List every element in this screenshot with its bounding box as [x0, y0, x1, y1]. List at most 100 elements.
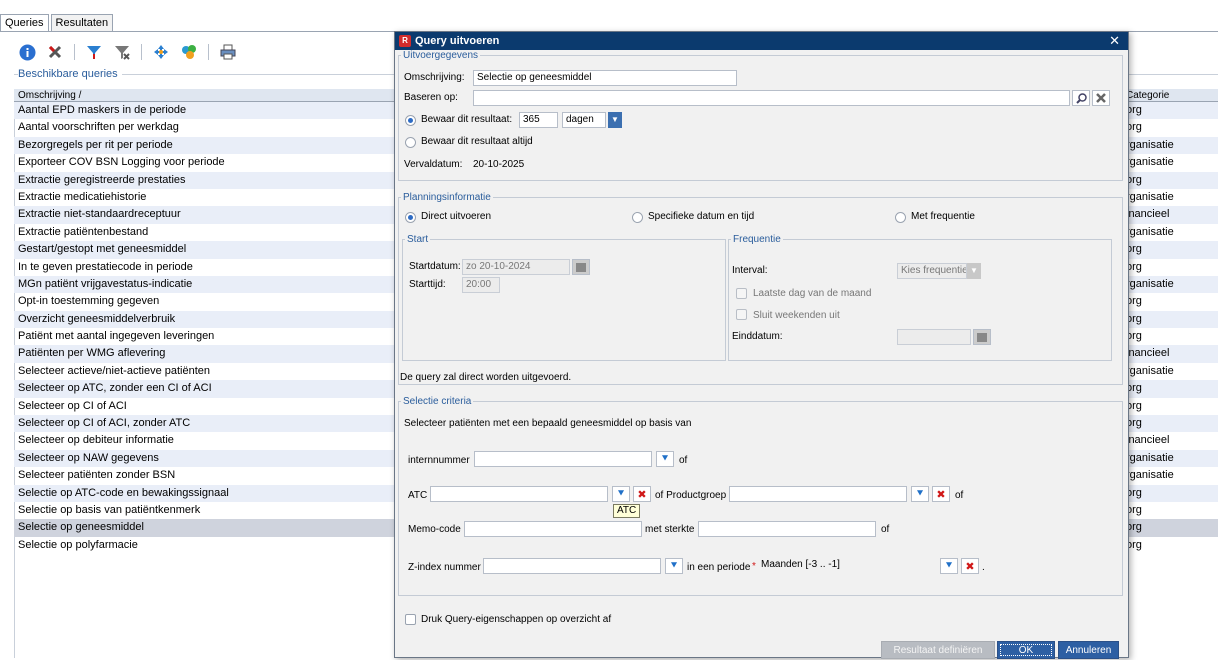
- bewaar-altijd-radio[interactable]: [405, 137, 416, 148]
- annuleren-button[interactable]: Annuleren: [1058, 641, 1119, 659]
- ok-button[interactable]: OK: [997, 641, 1055, 659]
- bewaar-unit-select[interactable]: dagen: [562, 112, 606, 128]
- table-row[interactable]: Extractie medicatiehistorie: [14, 189, 398, 206]
- table-row[interactable]: Selecteer actieve/niet-actieve patiënten: [14, 363, 398, 380]
- filter-icon[interactable]: ⯆: [940, 558, 958, 574]
- laatste-dag-checkbox[interactable]: [736, 288, 747, 299]
- resultaat-definieren-button[interactable]: Resultaat definiëren: [881, 641, 995, 659]
- category-cell[interactable]: org: [1126, 293, 1218, 310]
- sterkte-input[interactable]: [698, 521, 876, 537]
- chevron-down-icon[interactable]: ▼: [608, 112, 622, 128]
- category-cell[interactable]: rganisatie: [1126, 224, 1218, 241]
- table-row[interactable]: Selecteer op NAW gegevens: [14, 449, 398, 468]
- close-icon[interactable]: ✖: [633, 486, 651, 502]
- category-cell[interactable]: org: [1126, 241, 1218, 259]
- close-icon[interactable]: ✖: [961, 558, 979, 574]
- users-icon[interactable]: [180, 43, 198, 61]
- close-icon[interactable]: ✖: [932, 486, 950, 502]
- category-cell[interactable]: org: [1126, 502, 1218, 519]
- category-cell[interactable]: org: [1126, 519, 1218, 537]
- category-cell[interactable]: rganisatie: [1126, 449, 1218, 468]
- category-cell[interactable]: org: [1126, 310, 1218, 329]
- einddatum-input[interactable]: [897, 329, 971, 345]
- table-row[interactable]: Opt-in toestemming gegeven: [14, 293, 398, 310]
- memo-input[interactable]: [464, 521, 642, 537]
- table-row[interactable]: Overzicht geneesmiddelverbruik: [14, 310, 398, 329]
- table-row[interactable]: Selecteer patiënten zonder BSN: [14, 467, 398, 484]
- calendar-icon[interactable]: [973, 329, 991, 345]
- clear-icon[interactable]: [1092, 90, 1110, 106]
- table-row[interactable]: Selectie op geneesmiddel: [14, 519, 398, 537]
- interval-select[interactable]: Kies frequentie: [897, 263, 967, 279]
- category-cell[interactable]: inancieel: [1126, 206, 1218, 224]
- category-cell[interactable]: org: [1126, 119, 1218, 136]
- category-cell[interactable]: org: [1126, 259, 1218, 276]
- omschrijving-input[interactable]: Selectie op geneesmiddel: [473, 70, 737, 86]
- table-row[interactable]: Selecteer op debiteur informatie: [14, 432, 398, 449]
- filter-icon[interactable]: ⯆: [612, 486, 630, 502]
- category-cell[interactable]: org: [1126, 398, 1218, 415]
- info-icon[interactable]: [18, 43, 36, 61]
- table-row[interactable]: Selectie op basis van patiëntkenmerk: [14, 502, 398, 519]
- category-cell[interactable]: org: [1126, 328, 1218, 345]
- direct-radio[interactable]: [405, 212, 416, 223]
- filter-icon[interactable]: ⯆: [911, 486, 929, 502]
- tab-resultaten[interactable]: Resultaten: [50, 14, 114, 32]
- calendar-icon[interactable]: [572, 259, 590, 275]
- filter-icon[interactable]: ⯆: [665, 558, 683, 574]
- table-row[interactable]: Extractie geregistreerde prestaties: [14, 171, 398, 189]
- filter-remove-icon[interactable]: [113, 43, 131, 61]
- filter-icon[interactable]: ⯆: [656, 451, 674, 467]
- table-row[interactable]: Patiënt met aantal ingegeven leveringen: [14, 328, 398, 345]
- category-cell[interactable]: org: [1126, 484, 1218, 502]
- table-row[interactable]: Selectie op ATC-code en bewakingssignaal: [14, 484, 398, 502]
- table-row[interactable]: Selecteer op ATC, zonder een CI of ACI: [14, 380, 398, 398]
- table-row[interactable]: Extractie niet-standaardreceptuur: [14, 206, 398, 224]
- table-row[interactable]: Selectie op polyfarmacie: [14, 537, 398, 554]
- category-cell[interactable]: rganisatie: [1126, 154, 1218, 171]
- sluit-weekenden-checkbox[interactable]: [736, 309, 747, 320]
- filter-icon[interactable]: [85, 43, 103, 61]
- column-header-categorie[interactable]: Categorie: [1126, 89, 1218, 102]
- baseren-input[interactable]: [473, 90, 1070, 106]
- druk-checkbox[interactable]: [405, 614, 416, 625]
- chevron-down-icon[interactable]: ▼: [967, 263, 981, 279]
- specifiek-radio[interactable]: [632, 212, 643, 223]
- starttijd-input[interactable]: 20:00: [462, 277, 500, 293]
- column-header-omschrijving[interactable]: Omschrijving /: [14, 89, 398, 102]
- category-cell[interactable]: rganisatie: [1126, 467, 1218, 484]
- table-row[interactable]: In te geven prestatiecode in periode: [14, 259, 398, 276]
- table-row[interactable]: Extractie patiëntenbestand: [14, 224, 398, 241]
- table-row[interactable]: Aantal EPD maskers in de periode: [14, 102, 398, 120]
- frequentie-radio[interactable]: [895, 212, 906, 223]
- category-cell[interactable]: inancieel: [1126, 432, 1218, 449]
- category-cell[interactable]: org: [1126, 380, 1218, 398]
- category-cell[interactable]: org: [1126, 415, 1218, 433]
- category-cell[interactable]: org: [1126, 537, 1218, 554]
- periode-input[interactable]: Maanden [-3 .. -1]: [758, 558, 936, 574]
- category-cell[interactable]: rganisatie: [1126, 136, 1218, 155]
- table-row[interactable]: Selecteer op CI of ACI, zonder ATC: [14, 415, 398, 433]
- table-row[interactable]: Bezorgregels per rit per periode: [14, 136, 398, 155]
- bewaar-dagen-radio[interactable]: [405, 115, 416, 126]
- delete-icon[interactable]: [46, 43, 64, 61]
- close-icon[interactable]: ✕: [1109, 32, 1120, 50]
- table-row[interactable]: Exporteer COV BSN Logging voor periode: [14, 154, 398, 171]
- startdatum-input[interactable]: zo 20-10-2024: [462, 259, 570, 275]
- category-cell[interactable]: rganisatie: [1126, 189, 1218, 206]
- tab-queries[interactable]: Queries: [0, 14, 49, 32]
- table-row[interactable]: Selecteer op CI of ACI: [14, 398, 398, 415]
- category-cell[interactable]: inancieel: [1126, 345, 1218, 363]
- category-cell[interactable]: rganisatie: [1126, 363, 1218, 380]
- category-cell[interactable]: rganisatie: [1126, 275, 1218, 294]
- table-row[interactable]: Aantal voorschriften per werkdag: [14, 119, 398, 136]
- move-icon[interactable]: [152, 43, 170, 61]
- category-cell[interactable]: org: [1126, 171, 1218, 189]
- print-icon[interactable]: [219, 43, 237, 61]
- table-row[interactable]: Patiënten per WMG aflevering: [14, 345, 398, 363]
- atc-input[interactable]: [430, 486, 608, 502]
- search-icon[interactable]: [1072, 90, 1090, 106]
- productgroep-input[interactable]: [729, 486, 907, 502]
- zindex-input[interactable]: [483, 558, 661, 574]
- bewaar-dagen-input[interactable]: 365: [519, 112, 558, 128]
